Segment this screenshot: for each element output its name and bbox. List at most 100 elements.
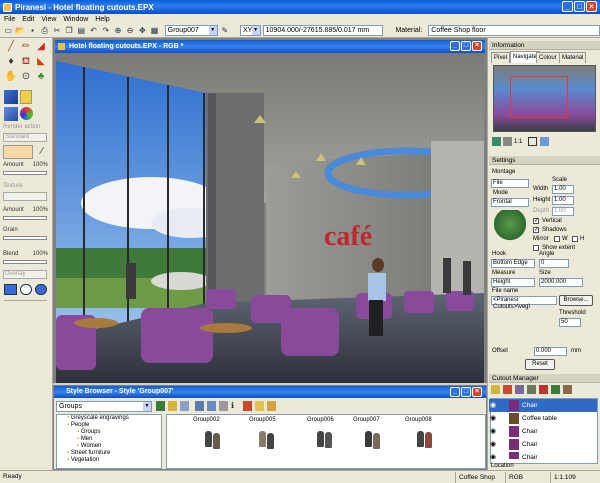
save-icon[interactable]: ▪: [27, 25, 37, 36]
sb-close-button[interactable]: ×: [472, 387, 482, 397]
select-icon[interactable]: [539, 385, 548, 394]
sb-minimize-button[interactable]: _: [450, 387, 460, 397]
tree-item-men[interactable]: ▪ Men: [57, 436, 161, 443]
style-icon[interactable]: [156, 401, 165, 411]
offset-field[interactable]: 0.000: [534, 347, 567, 356]
cutout-row-chair[interactable]: ◉ Chair: [489, 451, 597, 459]
color-wheel-icon[interactable]: [20, 107, 33, 120]
list-icon[interactable]: [219, 401, 228, 411]
add-cutout-icon[interactable]: [491, 385, 500, 394]
new-folder-icon[interactable]: [255, 401, 264, 411]
person-icon[interactable]: [563, 385, 572, 394]
magnifier-icon[interactable]: ⊙: [19, 70, 33, 84]
lock-icon[interactable]: [20, 90, 32, 104]
threshold-field[interactable]: 50: [559, 318, 581, 327]
angle-field[interactable]: 0: [539, 259, 569, 268]
tree-icon[interactable]: ♣: [34, 70, 48, 84]
doc-minimize-button[interactable]: _: [450, 41, 460, 51]
grid-icon[interactable]: ▦: [149, 25, 159, 36]
eye-icon[interactable]: ◉: [490, 415, 496, 422]
sb-maximize-button[interactable]: □: [461, 387, 471, 397]
thumb-group008[interactable]: Group008: [405, 417, 455, 448]
save-style-icon[interactable]: [207, 401, 216, 411]
group-icon[interactable]: [515, 385, 524, 394]
pan-icon[interactable]: ✥: [137, 25, 147, 36]
open-icon[interactable]: 📂: [15, 25, 25, 36]
tab-pixel[interactable]: Pixel: [491, 52, 511, 63]
eyedropper-icon[interactable]: ⁄: [35, 145, 49, 159]
pencil-icon[interactable]: ✏: [19, 40, 33, 54]
brush-icon[interactable]: ╱: [4, 40, 18, 54]
paint-bucket-icon[interactable]: ⛾: [19, 55, 33, 69]
close-button[interactable]: ×: [586, 1, 597, 12]
overlay-select[interactable]: Overlay: [3, 270, 47, 279]
navigator-frame[interactable]: [510, 76, 568, 118]
tree-icon[interactable]: [551, 385, 560, 394]
menu-window[interactable]: Window: [63, 16, 88, 23]
new-icon[interactable]: ▭: [3, 25, 13, 36]
ellipse-mask-icon[interactable]: [20, 284, 32, 295]
menu-file[interactable]: File: [4, 16, 15, 23]
cutout-row-coffee-table[interactable]: ◉ Coffee table: [489, 412, 597, 425]
download-icon[interactable]: [195, 401, 204, 411]
measure-select[interactable]: Height: [491, 278, 535, 287]
tree-item-greyscale-engravings[interactable]: ▪ Greyscale engravings: [57, 415, 161, 422]
group-select[interactable]: Group007 ▼: [164, 25, 218, 36]
filename-field[interactable]: <Piranesi Cutouts>\veg\: [491, 296, 557, 310]
tab-colour[interactable]: Colour: [536, 52, 560, 63]
plane-icon[interactable]: [4, 107, 18, 121]
pick-style-icon[interactable]: ✎: [220, 25, 230, 36]
tree-item-women[interactable]: ▪ Women: [57, 443, 161, 450]
width-field[interactable]: 1.00: [552, 185, 574, 194]
eye-icon[interactable]: ◉: [490, 428, 496, 435]
fill-icon[interactable]: ♦: [4, 55, 18, 69]
menu-view[interactable]: View: [41, 16, 56, 23]
grain-slider[interactable]: [3, 236, 47, 240]
view-tool-icon[interactable]: [503, 137, 512, 146]
zoom-icon[interactable]: [540, 137, 549, 146]
mirror-w-checkbox[interactable]: [554, 236, 560, 242]
doc-close-button[interactable]: ×: [472, 41, 482, 51]
cube-icon[interactable]: [4, 90, 18, 104]
color-swatch[interactable]: [3, 145, 33, 159]
tree-item-people[interactable]: ▪ People: [57, 422, 161, 429]
height-field[interactable]: 1.00: [552, 196, 574, 205]
sphere-icon[interactable]: [35, 284, 47, 295]
axis-select[interactable]: XYZ ▼: [239, 25, 261, 36]
open-icon[interactable]: [180, 401, 189, 411]
doc-maximize-button[interactable]: □: [461, 41, 471, 51]
hand-icon[interactable]: ✋: [4, 70, 18, 84]
redo-icon[interactable]: ↷: [101, 25, 111, 36]
thumb-group007[interactable]: Group007: [353, 417, 403, 449]
vertical-checkbox[interactable]: ✓: [533, 218, 539, 224]
texture-select[interactable]: [3, 192, 47, 201]
tree-item-groups[interactable]: ▪ Groups: [57, 429, 161, 436]
amount2-slider[interactable]: [3, 216, 47, 220]
cutout-manager-header[interactable]: Cutout Manager: [489, 374, 600, 383]
zoom-in-icon[interactable]: ⊕: [113, 25, 123, 36]
rect-mask-icon[interactable]: [4, 284, 17, 295]
settings-header[interactable]: Settings: [489, 156, 600, 165]
category-select[interactable]: Groups ▼: [56, 401, 152, 412]
paste-icon[interactable]: ▤: [76, 25, 86, 36]
thumb-group002[interactable]: Group002: [193, 417, 243, 449]
menu-help[interactable]: Help: [95, 16, 109, 23]
eye-icon[interactable]: ◉: [490, 402, 496, 409]
navigate-tool-icon[interactable]: [492, 137, 501, 146]
gradient-icon[interactable]: ◣: [34, 55, 48, 69]
size-field[interactable]: 2000.000: [539, 278, 583, 287]
blend-slider[interactable]: [3, 260, 47, 264]
browse-button[interactable]: Browse...: [559, 295, 593, 306]
copy-icon[interactable]: ❐: [64, 25, 74, 36]
undo-icon[interactable]: ↶: [88, 25, 98, 36]
cutout-row-chair[interactable]: ◉ Chair: [489, 399, 597, 412]
cut-icon[interactable]: ✂: [52, 25, 62, 36]
fit-icon[interactable]: [528, 137, 537, 146]
mirror-h-checkbox[interactable]: [572, 236, 578, 242]
thumb-group006[interactable]: Group006: [307, 417, 357, 448]
mode-select[interactable]: Frontal: [491, 198, 529, 207]
zoom-out-icon[interactable]: ⊖: [125, 25, 135, 36]
information-header[interactable]: Information: [489, 41, 600, 50]
delete-icon[interactable]: [243, 401, 252, 411]
shadows-checkbox[interactable]: ✓: [533, 227, 539, 233]
